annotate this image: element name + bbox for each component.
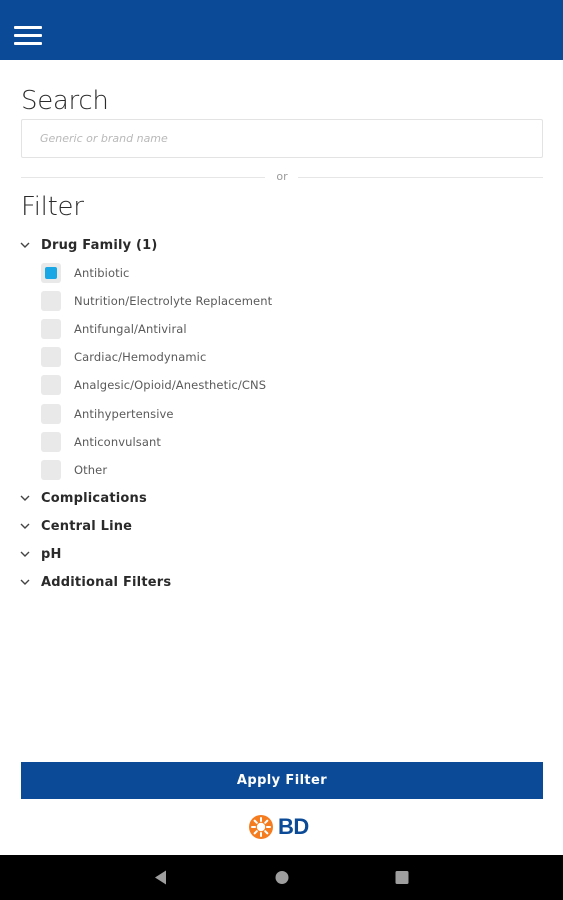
option-anticonvulsant[interactable]: Anticonvulsant xyxy=(41,431,161,453)
search-input[interactable] xyxy=(21,119,543,158)
section-additional-filters[interactable]: Additional Filters xyxy=(18,571,171,593)
apply-filter-button[interactable]: Apply Filter xyxy=(21,762,543,799)
chevron-down-icon xyxy=(20,495,30,501)
checkbox[interactable] xyxy=(41,291,61,311)
filter-heading: Filter xyxy=(21,192,84,222)
option-other[interactable]: Other xyxy=(41,459,107,481)
section-drug-family[interactable]: Drug Family (1) xyxy=(18,234,158,256)
option-analgesic[interactable]: Analgesic/Opioid/Anesthetic/CNS xyxy=(41,374,266,396)
checkbox[interactable] xyxy=(41,432,61,452)
checkbox[interactable] xyxy=(41,319,61,339)
section-label: pH xyxy=(41,546,62,562)
section-complications[interactable]: Complications xyxy=(18,487,147,509)
bd-logo: BD xyxy=(248,812,309,842)
option-label: Antihypertensive xyxy=(74,407,174,421)
chevron-down-icon xyxy=(20,242,30,248)
checkbox[interactable] xyxy=(41,460,61,480)
option-cardiac[interactable]: Cardiac/Hemodynamic xyxy=(41,346,206,368)
menu-icon[interactable] xyxy=(14,26,42,48)
divider-right xyxy=(298,177,543,178)
section-label: Complications xyxy=(41,490,147,506)
home-icon[interactable] xyxy=(274,869,290,886)
or-separator: or xyxy=(276,170,288,183)
option-label: Antifungal/Antiviral xyxy=(74,322,187,336)
section-label: Additional Filters xyxy=(41,574,172,590)
section-central-line[interactable]: Central Line xyxy=(18,515,132,537)
back-icon[interactable] xyxy=(153,869,169,886)
option-label: Other xyxy=(74,463,108,477)
checkbox-checked[interactable] xyxy=(41,263,61,283)
section-ph[interactable]: pH xyxy=(18,543,62,565)
section-label: Drug Family (1) xyxy=(41,237,158,253)
checkbox[interactable] xyxy=(41,404,61,424)
checkbox[interactable] xyxy=(41,375,61,395)
option-nutrition[interactable]: Nutrition/Electrolyte Replacement xyxy=(41,290,272,312)
option-antifungal[interactable]: Antifungal/Antiviral xyxy=(41,318,187,340)
checkbox[interactable] xyxy=(41,347,61,367)
chevron-down-icon xyxy=(20,551,30,557)
logo-text: BD xyxy=(278,814,309,839)
chevron-down-icon xyxy=(20,579,30,585)
bd-sun-icon xyxy=(249,815,273,839)
chevron-down-icon xyxy=(20,523,30,529)
section-label: Central Line xyxy=(41,518,133,534)
recents-icon[interactable] xyxy=(394,869,410,886)
option-label: Analgesic/Opioid/Anesthetic/CNS xyxy=(74,378,267,392)
app-bar xyxy=(0,0,563,60)
option-antibiotic[interactable]: Antibiotic xyxy=(41,262,129,284)
option-antihypertensive[interactable]: Antihypertensive xyxy=(41,403,174,425)
option-label: Anticonvulsant xyxy=(74,435,162,449)
divider-left xyxy=(21,177,265,178)
option-label: Cardiac/Hemodynamic xyxy=(74,350,207,364)
search-heading: Search xyxy=(21,86,109,116)
option-label: Nutrition/Electrolyte Replacement xyxy=(74,294,273,308)
option-label: Antibiotic xyxy=(74,266,130,280)
system-nav-bar xyxy=(0,855,563,900)
